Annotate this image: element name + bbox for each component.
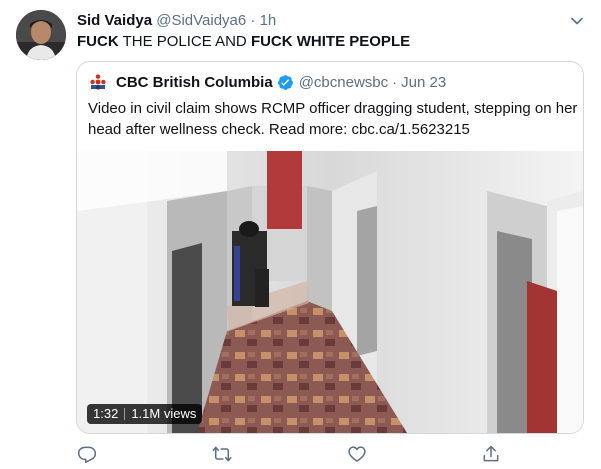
video-views: 1.1M views	[131, 406, 197, 421]
tweet-time[interactable]: 1h	[260, 12, 277, 29]
more-options-button[interactable]	[566, 10, 588, 32]
tweet-card[interactable]: Sid Vaidya @SidVaidya6 · 1h FUCK THE POL…	[0, 0, 601, 464]
video-stats-badge: 1:32 1.1M views	[87, 404, 203, 424]
reply-icon	[77, 446, 97, 464]
badge-divider	[124, 408, 126, 420]
quoted-display-name[interactable]: CBC British Columbia	[116, 74, 273, 91]
tweet-actions	[0, 440, 601, 464]
quoted-user-handle[interactable]: @cbcnewsbc	[299, 74, 388, 91]
tweet-header: Sid Vaidya @SidVaidya6 · 1h	[77, 11, 276, 31]
reply-button[interactable]	[77, 444, 97, 464]
retweet-icon	[212, 446, 232, 462]
tweet-text-plain: THE POLICE AND	[118, 33, 251, 50]
display-name[interactable]: Sid Vaidya	[77, 12, 152, 29]
user-handle[interactable]: @SidVaidya6	[156, 12, 246, 29]
avatar-photo-icon	[16, 10, 66, 60]
video-player[interactable]: 1:32 1.1M views	[77, 151, 583, 433]
separator-dot: ·	[392, 73, 398, 91]
separator-dot: ·	[250, 12, 256, 29]
quoted-tweet[interactable]: CBC British Columbia @cbcnewsbc · Jun 23…	[76, 61, 584, 434]
cbc-logo-icon[interactable]	[88, 72, 108, 92]
quoted-tweet-text: Video in civil claim shows RCMP officer …	[88, 100, 578, 138]
tweet-text: FUCK THE POLICE AND FUCK WHITE PEOPLE	[77, 32, 410, 52]
tweet-text-bold-2: FUCK WHITE PEOPLE	[250, 33, 411, 50]
share-icon	[483, 445, 499, 462]
verified-badge-icon	[277, 74, 294, 91]
video-duration: 1:32	[93, 406, 119, 421]
avatar[interactable]	[16, 10, 66, 60]
share-button[interactable]	[481, 444, 501, 464]
tweet-text-bold-1: FUCK	[77, 33, 119, 50]
video-thumbnail	[77, 151, 583, 433]
quoted-tweet-header: CBC British Columbia @cbcnewsbc · Jun 23	[88, 71, 446, 93]
quoted-tweet-date[interactable]: Jun 23	[401, 74, 446, 91]
heart-icon	[348, 446, 366, 462]
retweet-button[interactable]	[211, 444, 232, 464]
chevron-down-icon	[571, 17, 583, 25]
like-button[interactable]	[347, 444, 367, 464]
